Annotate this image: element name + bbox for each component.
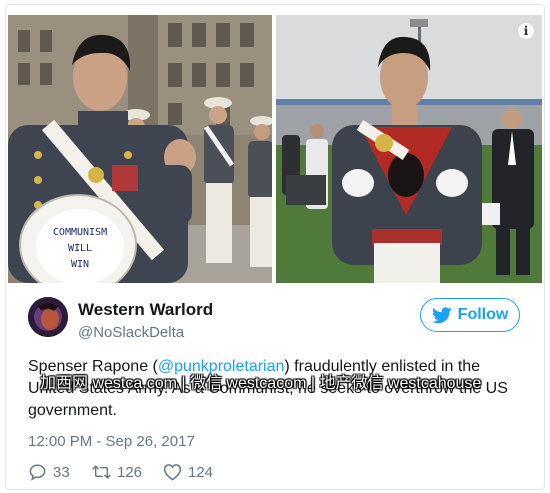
reply-button[interactable]: 33 [28,463,70,481]
reply-count: 33 [53,463,70,481]
cap-text-line-2: WILL [68,243,92,254]
like-count: 124 [188,463,214,481]
reply-icon [29,464,46,481]
cap-text-line-1: COMMUNISM [53,227,107,238]
retweet-count: 126 [117,463,143,481]
photo-left-scene: COMMUNISM WILL WIN [8,15,272,283]
tweet-photo-right[interactable] [276,15,542,283]
tweet-photo-left[interactable]: COMMUNISM WILL WIN [8,15,272,283]
info-icon[interactable]: i [518,23,534,39]
avatar-image [28,297,68,337]
author-name[interactable]: Western Warlord [78,300,213,320]
heart-icon [163,464,182,481]
tweet-timestamp[interactable]: 12:00 PM - Sep 26, 2017 [28,433,195,450]
twitter-bird-icon [431,306,452,323]
author-handle[interactable]: @NoSlackDelta [78,324,184,341]
cap-text-line-3: WIN [71,259,89,270]
photo-right-scene [276,15,542,283]
like-button[interactable]: 124 [163,463,213,481]
watermark-overlay: 加西网 westca.com | 微信 westcacom | 地产微信 wes… [40,375,482,392]
follow-button[interactable]: Follow [420,298,520,332]
retweet-button[interactable]: 126 [92,463,142,481]
follow-button-label: Follow [457,306,509,323]
avatar[interactable] [28,297,68,337]
retweet-icon [92,465,111,479]
hat-with-writing: COMMUNISM WILL WIN [19,194,137,283]
